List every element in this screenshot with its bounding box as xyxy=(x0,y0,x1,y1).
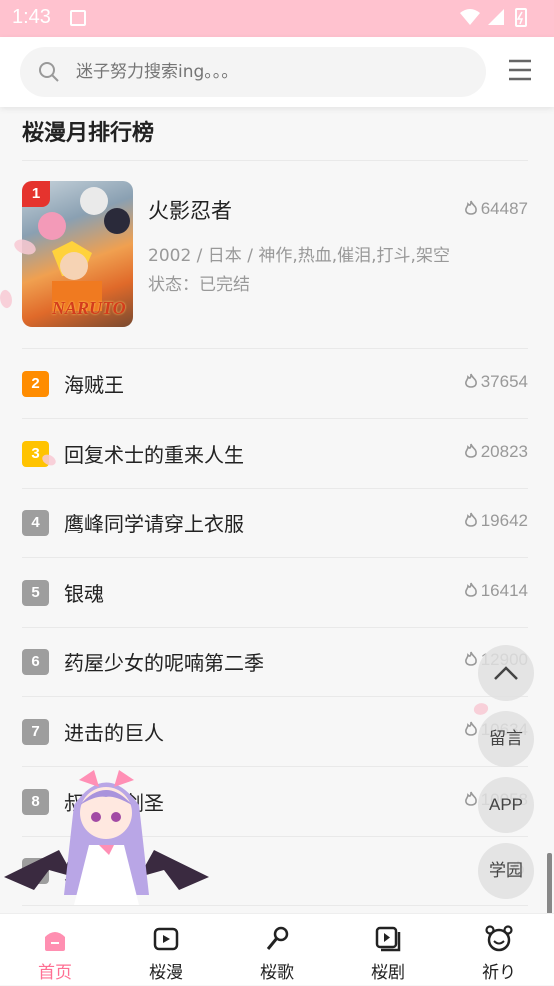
rank-title[interactable]: 银魂 xyxy=(64,578,104,607)
tab-label: 桜剧 xyxy=(371,963,405,983)
notification-icon xyxy=(70,10,86,26)
featured-status: 状态：已完结 xyxy=(148,275,250,295)
school-button[interactable]: 学园 xyxy=(478,843,534,899)
ranking-row[interactable]: 5 银魂 16414 xyxy=(22,558,528,627)
featured-title[interactable]: 火影忍者 xyxy=(148,195,232,225)
hot-value: 19642 xyxy=(480,511,528,531)
rank-title[interactable]: 进击的巨人 xyxy=(64,717,164,746)
search-box[interactable] xyxy=(20,47,486,97)
tab-manga[interactable]: 桜漫 xyxy=(111,914,221,986)
tab-home[interactable]: 首页 xyxy=(0,914,110,986)
hot-value: 16414 xyxy=(480,580,528,600)
fire-icon xyxy=(464,373,477,388)
search-header xyxy=(0,37,554,107)
divider xyxy=(22,160,528,161)
home-icon xyxy=(45,932,65,951)
status-time: 1:43 xyxy=(12,6,51,28)
fire-icon xyxy=(464,582,477,597)
fire-icon xyxy=(464,200,477,215)
bottom-tab-bar: 首页 桜漫 桜歌 桜剧 祈り xyxy=(0,913,554,985)
fire-icon xyxy=(464,721,477,736)
mascot-image[interactable] xyxy=(4,765,209,915)
microphone-icon xyxy=(266,926,289,950)
ranking-row[interactable]: 7进击的巨人10634 xyxy=(22,697,528,766)
hot-count: 64487 xyxy=(464,199,528,219)
search-input[interactable] xyxy=(76,47,476,97)
ranking-row[interactable]: 2 海贼王 37654 xyxy=(22,349,528,418)
video-icon xyxy=(153,927,179,951)
hot-count: 16414 xyxy=(464,581,528,601)
status-bar: 1:43 xyxy=(0,0,554,37)
ranking-row[interactable]: 6药屋少女的呢喃第二季12900 xyxy=(22,627,528,696)
hot-count: 20823 xyxy=(464,442,528,462)
fire-icon xyxy=(464,652,477,667)
rank-title[interactable]: 药屋少女的呢喃第二季 xyxy=(64,647,264,676)
rank-title[interactable]: 鹰峰同学请穿上衣服 xyxy=(64,508,244,537)
message-button[interactable]: 留言 xyxy=(478,711,534,767)
tab-drama[interactable]: 桜剧 xyxy=(333,914,443,986)
hot-value: 20823 xyxy=(480,441,528,461)
search-icon xyxy=(38,61,60,87)
poster-logo: NARUTO xyxy=(52,298,126,318)
bear-icon xyxy=(485,925,513,952)
hot-count: 19642 xyxy=(464,511,528,531)
rank-badge: 6 xyxy=(22,649,49,676)
section-title: 桜漫月排行榜 xyxy=(22,121,155,146)
tab-label: 首页 xyxy=(38,963,72,983)
tab-label: 桜漫 xyxy=(149,963,183,983)
poster-image[interactable]: 1 NARUTO xyxy=(22,181,133,327)
rank-title[interactable]: 海贼王 xyxy=(64,369,124,398)
tab-label: 祈り xyxy=(482,963,516,983)
rank-title[interactable]: 回复术士的重来人生 xyxy=(64,439,244,468)
play-screen-icon xyxy=(375,926,401,952)
tab-songs[interactable]: 桜歌 xyxy=(222,914,332,986)
chevron-up-icon xyxy=(494,666,518,680)
hot-value: 64487 xyxy=(480,199,528,218)
rank-badge: 1 xyxy=(22,181,50,207)
ranking-row[interactable]: 3 回复术士的重来人生 20823 xyxy=(22,419,528,488)
status-icons xyxy=(458,7,538,33)
hot-count: 37654 xyxy=(464,372,528,392)
wifi-icon xyxy=(460,9,480,25)
featured-item[interactable]: 1 NARUTO 火影忍者 64487 2002 / 日本 / 神作,热血,催泪… xyxy=(22,181,528,329)
menu-icon[interactable] xyxy=(508,58,532,86)
ranking-row[interactable]: 4 鹰峰同学请穿上衣服 19642 xyxy=(22,488,528,557)
tab-pray[interactable]: 祈り xyxy=(444,914,554,986)
fire-icon xyxy=(464,443,477,458)
hot-value: 37654 xyxy=(480,372,528,391)
tab-label: 桜歌 xyxy=(260,963,294,983)
signal-icon xyxy=(488,9,504,25)
featured-meta: 2002 / 日本 / 神作,热血,催泪,打斗,架空 xyxy=(148,246,450,266)
rank-badge: 2 xyxy=(22,371,49,397)
rank-badge: 7 xyxy=(22,719,49,745)
fire-icon xyxy=(464,512,477,527)
rank-badge: 4 xyxy=(22,510,49,537)
app-button[interactable]: APP xyxy=(478,777,534,833)
fire-icon xyxy=(464,791,477,806)
scroll-top-button[interactable] xyxy=(478,645,534,701)
rank-badge: 5 xyxy=(22,579,49,606)
